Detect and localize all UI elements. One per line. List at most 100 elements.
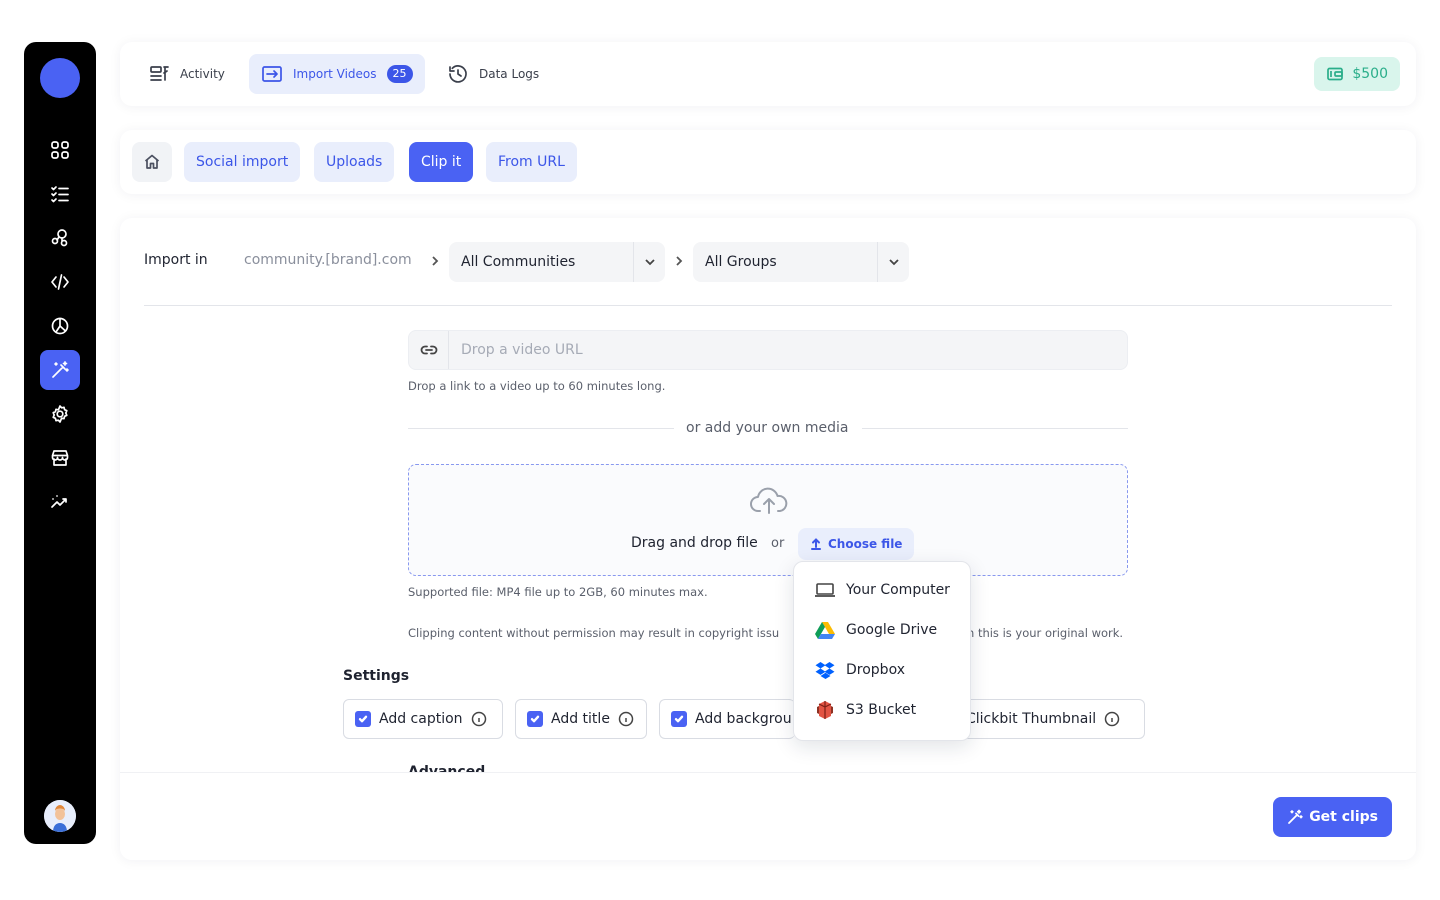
sidebar-item-dashboard[interactable] bbox=[40, 130, 80, 170]
dropbox-icon bbox=[815, 662, 835, 679]
info-icon bbox=[1104, 711, 1120, 727]
check-icon bbox=[674, 715, 684, 723]
tab-activity[interactable]: Activity bbox=[136, 54, 237, 94]
community-select[interactable]: All Communities bbox=[449, 242, 665, 282]
upload-icon bbox=[811, 538, 821, 550]
count-badge: 25 bbox=[386, 65, 413, 83]
history-icon bbox=[449, 65, 467, 83]
import-source-bar: Social import Uploads Clip it From URL bbox=[120, 130, 1416, 194]
checkbox[interactable] bbox=[527, 711, 543, 727]
video-url-field bbox=[408, 330, 1128, 370]
chevron-right-icon bbox=[676, 256, 683, 266]
avatar[interactable] bbox=[44, 800, 76, 832]
chevron-down-icon bbox=[888, 259, 899, 266]
tab-from-url[interactable]: From URL bbox=[486, 142, 577, 182]
setting-label: Clickbit Thumbnail bbox=[966, 711, 1097, 727]
copyright-notice-end: n this is your original work. bbox=[967, 626, 1124, 640]
menu-item-google-drive[interactable]: Google Drive bbox=[794, 610, 970, 650]
checkbox[interactable] bbox=[355, 711, 371, 727]
url-hint: Drop a link to a video up to 60 minutes … bbox=[408, 379, 666, 393]
sidebar-item-store[interactable] bbox=[40, 438, 80, 478]
sidebar-item-analytics[interactable] bbox=[40, 482, 80, 522]
menu-item-your-computer[interactable]: Your Computer bbox=[794, 570, 970, 610]
sidebar-item-clip[interactable] bbox=[40, 350, 80, 390]
home-button[interactable] bbox=[132, 142, 172, 182]
top-bar: Activity Import Videos 25 Data Logs $500 bbox=[120, 42, 1416, 106]
get-clips-label: Get clips bbox=[1309, 809, 1378, 825]
analytics-icon bbox=[51, 495, 67, 508]
cloud-upload-icon bbox=[750, 487, 788, 514]
magic-wand-icon bbox=[52, 361, 69, 378]
clip-form: Import in community.[brand].com All Comm… bbox=[120, 218, 1416, 860]
group-select[interactable]: All Groups bbox=[693, 242, 909, 282]
or-add-media-label: or add your own media bbox=[686, 420, 849, 436]
sidebar-item-reports[interactable] bbox=[40, 306, 80, 346]
supported-file-hint: Supported file: MP4 file up to 2GB, 60 m… bbox=[408, 585, 708, 599]
tab-social-import[interactable]: Social import bbox=[184, 142, 301, 182]
menu-item-s3-bucket[interactable]: S3 Bucket bbox=[794, 690, 970, 730]
sidebar-item-settings[interactable] bbox=[40, 394, 80, 434]
setting-clickbit-thumbnail[interactable]: Clickbit Thumbnail bbox=[956, 699, 1145, 739]
link-icon bbox=[420, 345, 437, 355]
tab-data-logs[interactable]: Data Logs bbox=[435, 54, 551, 94]
google-drive-icon bbox=[815, 622, 835, 639]
wallet-balance[interactable]: $500 bbox=[1314, 57, 1400, 91]
grid-icon bbox=[51, 141, 69, 159]
sidebar-item-tasks[interactable] bbox=[40, 174, 80, 214]
form-footer: Get clips bbox=[120, 772, 1416, 860]
sidebar-item-network[interactable] bbox=[40, 218, 80, 258]
menu-item-dropbox[interactable]: Dropbox bbox=[794, 650, 970, 690]
drag-drop-label: Drag and drop file bbox=[631, 535, 758, 551]
get-clips-button[interactable]: Get clips bbox=[1273, 797, 1392, 837]
setting-label: Add title bbox=[551, 711, 610, 727]
file-dropzone[interactable]: Drag and drop file or Choose file bbox=[408, 464, 1128, 576]
check-icon bbox=[530, 715, 540, 723]
menu-item-label: Your Computer bbox=[846, 582, 950, 598]
import-icon bbox=[262, 66, 282, 82]
tab-import-videos[interactable]: Import Videos 25 bbox=[249, 54, 425, 94]
chevron-down-icon bbox=[644, 259, 655, 266]
file-source-menu: Your Computer Google Drive Dropbox S3 Bu… bbox=[793, 561, 971, 741]
choose-file-button[interactable]: Choose file bbox=[798, 528, 915, 560]
group-select-value: All Groups bbox=[705, 254, 777, 270]
tab-uploads[interactable]: Uploads bbox=[314, 142, 395, 182]
checkbox[interactable] bbox=[671, 711, 687, 727]
setting-label: Add backgrou bbox=[695, 711, 792, 727]
checklist-icon bbox=[51, 186, 69, 203]
brand-logo[interactable] bbox=[40, 58, 80, 98]
user-avatar-icon bbox=[44, 800, 76, 832]
chart-pie-icon bbox=[51, 317, 69, 335]
chevron-right-icon bbox=[432, 256, 439, 266]
copyright-notice: Clipping content without permission may … bbox=[408, 626, 780, 640]
setting-add-background[interactable]: Add backgrou bbox=[659, 699, 795, 739]
info-icon bbox=[618, 711, 634, 727]
store-icon bbox=[51, 450, 69, 466]
tab-label: Import Videos bbox=[293, 67, 377, 81]
community-select-value: All Communities bbox=[461, 254, 576, 270]
setting-add-title[interactable]: Add title bbox=[515, 699, 647, 739]
tab-label: Data Logs bbox=[479, 67, 540, 81]
tab-label: Activity bbox=[180, 67, 225, 81]
sidebar-item-code[interactable] bbox=[40, 262, 80, 302]
menu-item-label: Dropbox bbox=[846, 662, 905, 678]
magic-wand-icon bbox=[1288, 809, 1303, 824]
setting-add-caption[interactable]: Add caption bbox=[343, 699, 503, 739]
divider bbox=[862, 428, 1128, 429]
menu-item-label: Google Drive bbox=[846, 622, 938, 638]
home-icon bbox=[144, 154, 160, 169]
video-url-input[interactable] bbox=[449, 342, 1127, 358]
activity-icon bbox=[150, 66, 169, 81]
settings-heading: Settings bbox=[343, 668, 410, 684]
info-icon bbox=[471, 711, 486, 727]
domain-breadcrumb: community.[brand].com bbox=[244, 252, 412, 268]
wallet-icon bbox=[1327, 67, 1344, 81]
divider bbox=[144, 305, 1392, 306]
sidebar bbox=[24, 42, 96, 844]
or-label: or bbox=[771, 536, 785, 551]
tab-clip-it[interactable]: Clip it bbox=[409, 142, 474, 182]
check-icon bbox=[358, 715, 368, 723]
setting-label: Add caption bbox=[379, 711, 463, 727]
gear-icon bbox=[52, 405, 68, 423]
import-in-label: Import in bbox=[144, 252, 208, 268]
code-icon bbox=[51, 274, 69, 290]
